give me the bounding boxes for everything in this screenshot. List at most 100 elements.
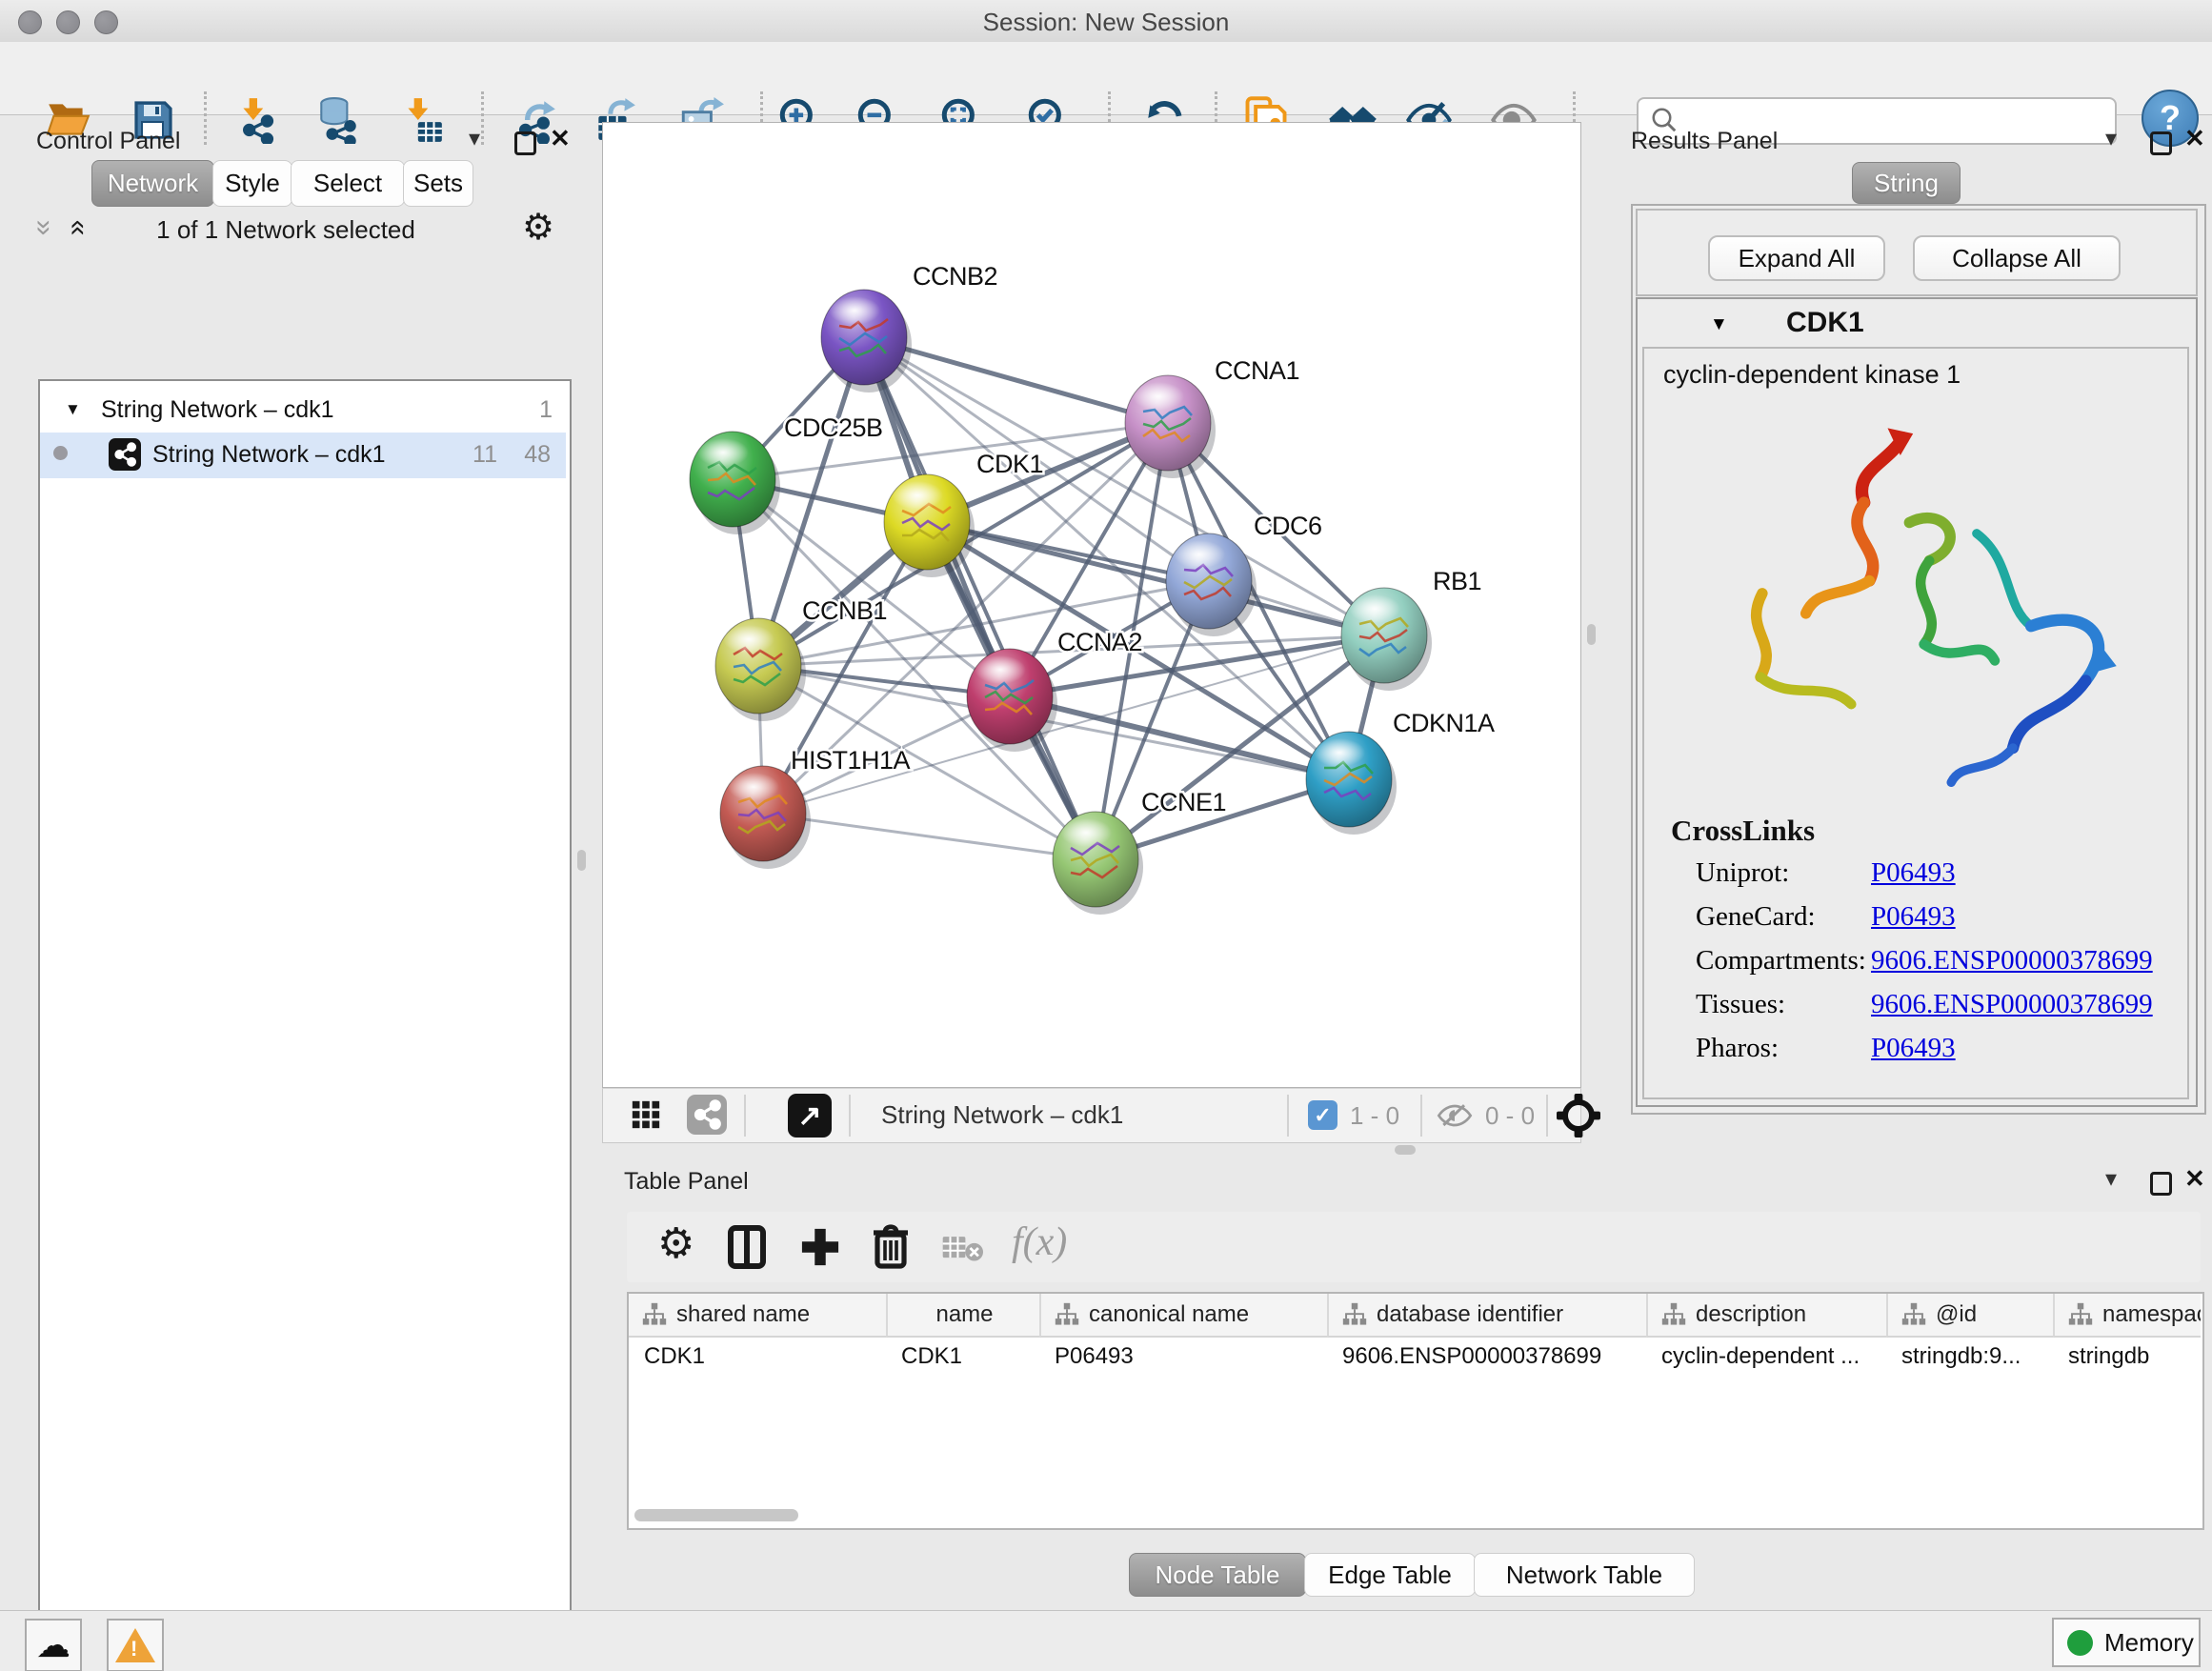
expand-all-chevron-icon[interactable]: «: [62, 220, 94, 236]
network-options-gear-icon[interactable]: ⚙: [522, 206, 554, 249]
horizontal-splitter-handle[interactable]: [1395, 1145, 1416, 1155]
network-view-canvas[interactable]: CCNB2CCNA1CDC25BCDK1CDC6RB1CCNB1CCNA2CDK…: [602, 122, 1581, 1088]
table-panel-title: Table Panel: [624, 1168, 749, 1196]
string-network-graph[interactable]: CCNB2CCNA1CDC25BCDK1CDC6RB1CCNB1CCNA2CDK…: [603, 123, 1580, 1087]
crosslink-pharos-link[interactable]: P06493: [1871, 1033, 1956, 1064]
center-view-crosshair-icon[interactable]: [1556, 1093, 1601, 1143]
column-type-icon: [2068, 1302, 2093, 1327]
tab-string-results[interactable]: String: [1852, 162, 1961, 204]
cloud-icon: ☁: [36, 1628, 70, 1662]
control-panel-float-icon[interactable]: [514, 131, 536, 155]
warning-icon: !: [115, 1628, 155, 1662]
column-header-namespace[interactable]: namespace: [2053, 1294, 2201, 1338]
create-column-plus-icon[interactable]: [800, 1227, 840, 1272]
collapse-all-button[interactable]: Collapse All: [1913, 235, 2121, 281]
network-collection-row[interactable]: ▼ String Network – cdk1 1: [40, 391, 566, 434]
tab-network[interactable]: Network: [91, 160, 214, 207]
tab-node-table[interactable]: Node Table: [1129, 1553, 1306, 1597]
gene-description: cyclin-dependent kinase 1: [1663, 360, 1961, 390]
delete-column-trash-icon[interactable]: [871, 1223, 911, 1274]
crosslink-label: Pharos:: [1696, 1033, 1779, 1064]
tab-select[interactable]: Select: [291, 160, 405, 207]
selected-node-edge-count: 1 - 0: [1350, 1101, 1399, 1131]
gene-section: ▼ CDK1 cyclin-dependent kinase 1: [1636, 297, 2198, 1107]
column-header-description[interactable]: description: [1646, 1294, 1888, 1338]
network-row-label: String Network – cdk1: [152, 441, 386, 469]
crosslink-label: Uniprot:: [1696, 857, 1789, 889]
window-title: Session: New Session: [0, 8, 2212, 37]
protein-structure-image: [1707, 415, 2126, 806]
network-share-view-icon[interactable]: [687, 1095, 727, 1135]
main-toolbar: ?: [0, 42, 2212, 115]
results-panel-float-icon[interactable]: [2150, 131, 2172, 155]
toolbar-separator: [1420, 1095, 1422, 1137]
table-panel-float-icon[interactable]: [2150, 1172, 2172, 1196]
collapse-all-chevron-icon[interactable]: »: [28, 220, 60, 236]
crosslink-label: Compartments:: [1696, 945, 1866, 976]
toolbar-separator: [1546, 1095, 1548, 1137]
memory-label: Memory: [2104, 1628, 2194, 1658]
tab-sets[interactable]: Sets: [403, 160, 473, 207]
vertical-splitter-handle[interactable]: [1587, 624, 1596, 645]
results-outer-box: Expand All Collapse All ▼ CDK1 cyclin-de…: [1631, 204, 2206, 1115]
selected-checkbox-icon[interactable]: ✓: [1308, 1100, 1337, 1130]
network-collection-label: String Network – cdk1: [101, 396, 334, 424]
crosslink-genecard-link[interactable]: P06493: [1871, 901, 1956, 933]
svg-text:RB1: RB1: [1433, 567, 1481, 595]
results-panel-title: Results Panel: [1631, 128, 1778, 155]
table-cell[interactable]: CDK1: [629, 1338, 901, 1376]
show-columns-icon[interactable]: [728, 1225, 766, 1274]
column-header-id[interactable]: @id: [1886, 1294, 2055, 1338]
column-header-name[interactable]: name: [886, 1294, 1041, 1338]
column-header-canonical-name[interactable]: canonical name: [1039, 1294, 1329, 1338]
results-panel-close-icon[interactable]: ✕: [2184, 128, 2205, 149]
table-panel-menu-caret-icon[interactable]: ▾: [2105, 1170, 2117, 1189]
table-cell[interactable]: cyclin-dependent ...: [1646, 1338, 1901, 1376]
toolbar-separator: [1287, 1095, 1289, 1137]
tree-expand-caret-icon[interactable]: ▼: [65, 400, 81, 419]
table-cell[interactable]: CDK1: [886, 1338, 1055, 1376]
control-panel-menu-caret-icon[interactable]: ▾: [469, 130, 480, 149]
gene-section-caret-icon[interactable]: ▼: [1710, 314, 1728, 335]
toolbar-separator: [744, 1095, 746, 1137]
warnings-button[interactable]: !: [107, 1619, 164, 1671]
table-toolbar: ⚙ f(x): [627, 1212, 2201, 1282]
tab-edge-table[interactable]: Edge Table: [1304, 1553, 1476, 1597]
string-network-icon: [109, 438, 141, 471]
table-settings-gear-icon[interactable]: ⚙: [657, 1219, 694, 1268]
grid-view-icon[interactable]: [630, 1098, 662, 1136]
vertical-splitter-handle[interactable]: [577, 850, 586, 871]
crosslink-compartments-link[interactable]: 9606.ENSP00000378699: [1871, 945, 2153, 976]
column-header-shared-name[interactable]: shared name: [629, 1294, 886, 1338]
window-titlebar: Session: New Session: [0, 0, 2212, 43]
tab-style[interactable]: Style: [212, 160, 292, 207]
birds-eye-view-icon[interactable]: ↗: [788, 1094, 832, 1137]
svg-text:CDK1: CDK1: [976, 450, 1043, 478]
function-builder-icon: f(x): [1012, 1219, 1067, 1265]
column-header-database-identifier[interactable]: database identifier: [1327, 1294, 1648, 1338]
table-cell[interactable]: stringdb: [2053, 1338, 2212, 1376]
network-row-selected[interactable]: String Network – cdk1 11 48: [40, 433, 566, 478]
crosslink-uniprot-link[interactable]: P06493: [1871, 857, 1956, 889]
node-table: shared name name canonical name database…: [627, 1292, 2204, 1530]
expand-all-button[interactable]: Expand All: [1708, 235, 1885, 281]
table-panel-close-icon[interactable]: ✕: [2184, 1168, 2205, 1189]
network-view-title: String Network – cdk1: [881, 1100, 1123, 1130]
network-collection-count: 1: [524, 396, 553, 424]
column-type-icon: [642, 1302, 667, 1327]
control-panel-close-icon[interactable]: ✕: [550, 128, 571, 149]
crosslink-label: GeneCard:: [1696, 901, 1816, 933]
table-cell[interactable]: stringdb:9...: [1886, 1338, 2068, 1376]
automation-cloud-button[interactable]: ☁: [25, 1619, 82, 1671]
hidden-eye-icon: [1436, 1101, 1474, 1135]
column-type-icon: [1901, 1302, 1926, 1327]
table-cell[interactable]: P06493: [1039, 1338, 1342, 1376]
results-panel-menu-caret-icon[interactable]: ▾: [2105, 130, 2117, 149]
crosslink-label: Tissues:: [1696, 989, 1785, 1020]
status-bar: ☁ ! Memory: [0, 1610, 2212, 1671]
crosslink-tissues-link[interactable]: 9606.ENSP00000378699: [1871, 989, 2153, 1020]
table-cell[interactable]: 9606.ENSP00000378699: [1327, 1338, 1661, 1376]
tab-network-table[interactable]: Network Table: [1474, 1553, 1695, 1597]
memory-button[interactable]: Memory: [2052, 1618, 2201, 1667]
horizontal-scrollbar[interactable]: [634, 1509, 798, 1521]
